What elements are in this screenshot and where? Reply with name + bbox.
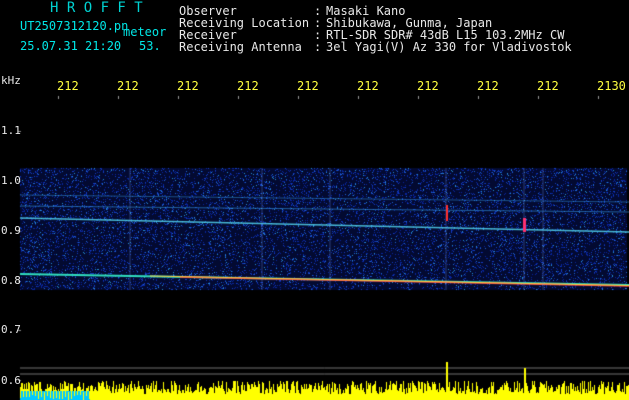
spectrogram-plot [0,0,629,400]
file-name: UT2507312120.pn [20,19,129,33]
y-tick-label: 1.0 [1,174,21,187]
x-tick-label: 212 [537,79,559,93]
x-tick-label: 212 [177,79,199,93]
x-tick-label: 212 [117,79,139,93]
antenna-label: Receiving Antenna [179,40,302,54]
y-tick-label: 1.1 [1,124,21,137]
hrofft-spectrogram-window: H R O F F T UT2507312120.pn meteor 25.07… [0,0,629,400]
x-tick-label: 2130 [597,79,626,93]
date-time: 25.07.31 21:20 [20,39,122,53]
y-tick-label: 0.8 [1,274,21,287]
x-tick-label: 212 [357,79,379,93]
y-tick-label: 0.6 [1,374,21,387]
x-tick-label: 212 [237,79,259,93]
app-logo: H R O F F T [50,0,143,16]
y-tick-label: 0.9 [1,224,21,237]
x-tick-label: 212 [417,79,439,93]
y-tick-label: 0.7 [1,323,21,336]
x-tick-label: 212 [477,79,499,93]
antenna-sep: : [314,40,322,54]
x-tick-label: 212 [57,79,79,93]
echo-count: 53. [139,39,161,53]
x-tick-label: 212 [297,79,319,93]
file-type: meteor [123,25,167,39]
antenna-value: 3el Yagi(V) Az 330 for Vladivostok [326,40,572,54]
y-axis-unit: kHz [1,74,21,87]
